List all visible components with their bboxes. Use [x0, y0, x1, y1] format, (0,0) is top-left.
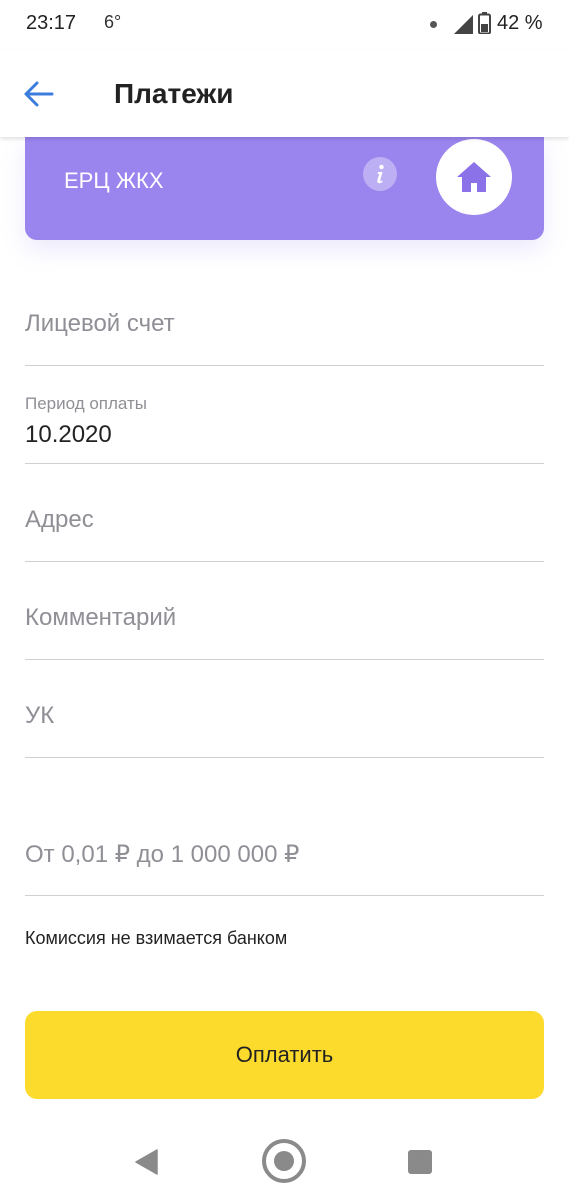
- signal-icon: [454, 15, 473, 34]
- info-glyph-icon: [377, 164, 384, 184]
- battery-icon: [478, 12, 491, 34]
- period-field[interactable]: Период оплаты 10.2020: [25, 394, 544, 464]
- account-placeholder: Лицевой счет: [25, 310, 175, 337]
- comment-placeholder: Комментарий: [25, 604, 177, 631]
- back-button[interactable]: [24, 76, 64, 112]
- pay-button[interactable]: Оплатить: [25, 1011, 544, 1099]
- home-icon: [457, 162, 491, 192]
- arrow-left-icon: [24, 81, 54, 107]
- uk-placeholder: УК: [25, 702, 55, 729]
- address-placeholder: Адрес: [25, 506, 94, 533]
- recents-square-icon[interactable]: [408, 1150, 432, 1174]
- period-label: Период оплаты: [25, 394, 148, 413]
- uk-field[interactable]: УК: [25, 692, 544, 758]
- status-time: 23:17: [26, 12, 77, 34]
- back-triangle-icon[interactable]: [135, 1149, 159, 1175]
- provider-home-badge: [436, 139, 512, 215]
- info-icon[interactable]: [363, 157, 397, 191]
- account-field[interactable]: Лицевой счет: [25, 300, 544, 366]
- comment-field[interactable]: Комментарий: [25, 594, 544, 660]
- home-circle-icon[interactable]: [262, 1139, 306, 1183]
- provider-name: ЕРЦ ЖКХ: [64, 168, 164, 193]
- status-temperature: 6°: [104, 12, 122, 32]
- status-bar: 23:17 6° 42 %: [0, 0, 569, 50]
- address-field[interactable]: Адрес: [25, 496, 544, 562]
- period-value: 10.2020: [25, 421, 112, 448]
- app-bar: Платежи: [0, 50, 569, 137]
- notification-dot-icon: [430, 21, 437, 28]
- system-nav-bar: [0, 1120, 569, 1200]
- battery-percent: 42 %: [497, 12, 543, 34]
- amount-placeholder: От 0,01 ₽ до 1 000 000 ₽: [25, 841, 300, 868]
- home-dot: [274, 1151, 294, 1171]
- provider-card: ЕРЦ ЖКХ: [25, 137, 544, 240]
- page-title: Платежи: [114, 78, 234, 109]
- amount-field[interactable]: От 0,01 ₽ до 1 000 000 ₽: [25, 828, 544, 896]
- commission-note: Комиссия не взимается банком: [25, 928, 288, 948]
